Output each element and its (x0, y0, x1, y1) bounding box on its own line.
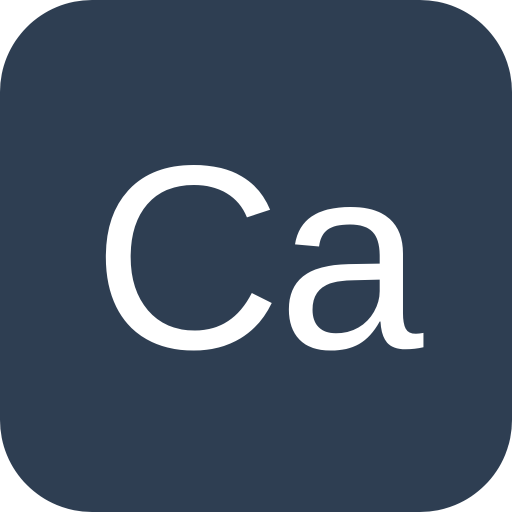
icon-text: Ca (92, 111, 424, 404)
app-icon-tile: Ca (0, 0, 512, 512)
